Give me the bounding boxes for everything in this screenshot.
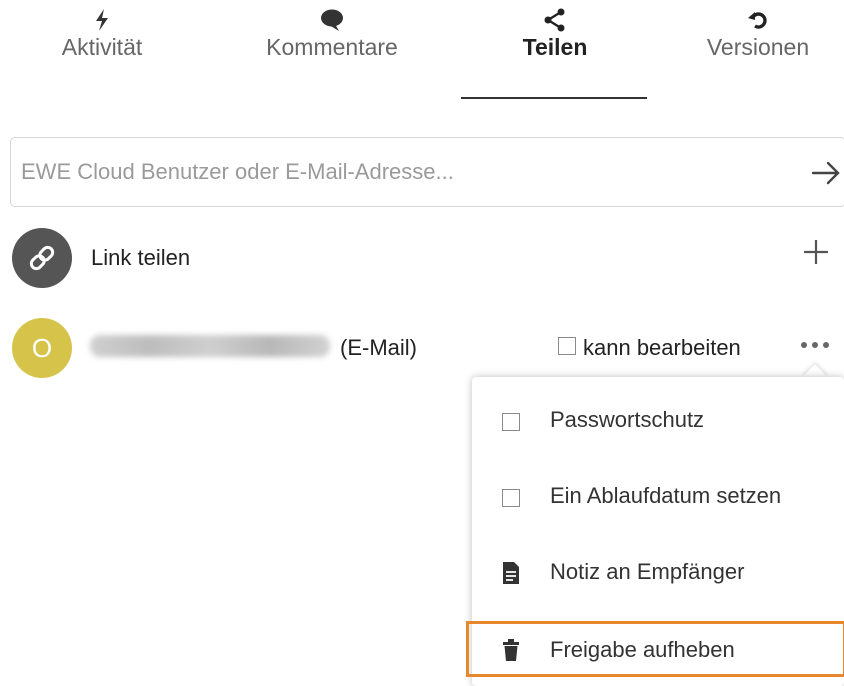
menu-item-expiration[interactable]: Ein Ablaufdatum setzen — [472, 467, 844, 527]
link-avatar — [12, 228, 72, 288]
tab-label: Kommentare — [266, 34, 398, 60]
user-avatar: O — [12, 318, 72, 378]
note-document-icon — [503, 562, 519, 584]
arrow-right-icon[interactable] — [811, 160, 841, 186]
share-options-menu: Passwortschutz Ein Ablaufdatum setzen No… — [466, 377, 844, 686]
can-edit-checkbox[interactable] — [558, 337, 576, 355]
share-search-input[interactable] — [21, 138, 781, 206]
menu-item-password[interactable]: Passwortschutz — [472, 391, 844, 451]
more-dots-icon[interactable] — [799, 336, 831, 352]
can-edit-label[interactable]: kann bearbeiten — [583, 335, 741, 361]
menu-item-label: Freigabe aufheben — [550, 637, 735, 662]
menu-item-unshare[interactable]: Freigabe aufheben — [466, 621, 844, 677]
share-icon — [544, 8, 565, 32]
tab-activity[interactable]: Aktivität — [52, 8, 152, 61]
link-share-label[interactable]: Link teilen — [91, 245, 190, 271]
tab-comments[interactable]: Kommentare — [252, 8, 412, 61]
active-tab-underline — [461, 97, 647, 99]
menu-item-note[interactable]: Notiz an Empfänger — [472, 543, 844, 603]
history-icon — [748, 12, 767, 29]
blurred-email-address — [90, 335, 330, 357]
menu-item-label: Notiz an Empfänger — [550, 559, 745, 584]
menu-item-label: Ein Ablaufdatum setzen — [550, 483, 782, 508]
tab-versions[interactable]: Versionen — [690, 8, 826, 61]
tab-label: Teilen — [522, 34, 588, 60]
share-type-label: (E-Mail) — [340, 335, 417, 360]
sidebar-tabs: Aktivität Kommentare Teilen Versionen — [0, 0, 844, 100]
expiration-checkbox[interactable] — [502, 489, 520, 507]
link-icon — [29, 245, 55, 271]
share-search-box — [10, 137, 844, 207]
password-checkbox[interactable] — [502, 413, 520, 431]
trash-icon — [503, 639, 519, 661]
comment-bubble-icon — [321, 9, 343, 31]
plus-icon[interactable] — [802, 238, 830, 266]
activity-bolt-icon — [96, 9, 108, 31]
tab-label: Aktivität — [61, 34, 143, 60]
tab-label: Versionen — [706, 34, 810, 60]
menu-item-label: Passwortschutz — [550, 407, 705, 432]
tab-share[interactable]: Teilen — [490, 8, 620, 61]
